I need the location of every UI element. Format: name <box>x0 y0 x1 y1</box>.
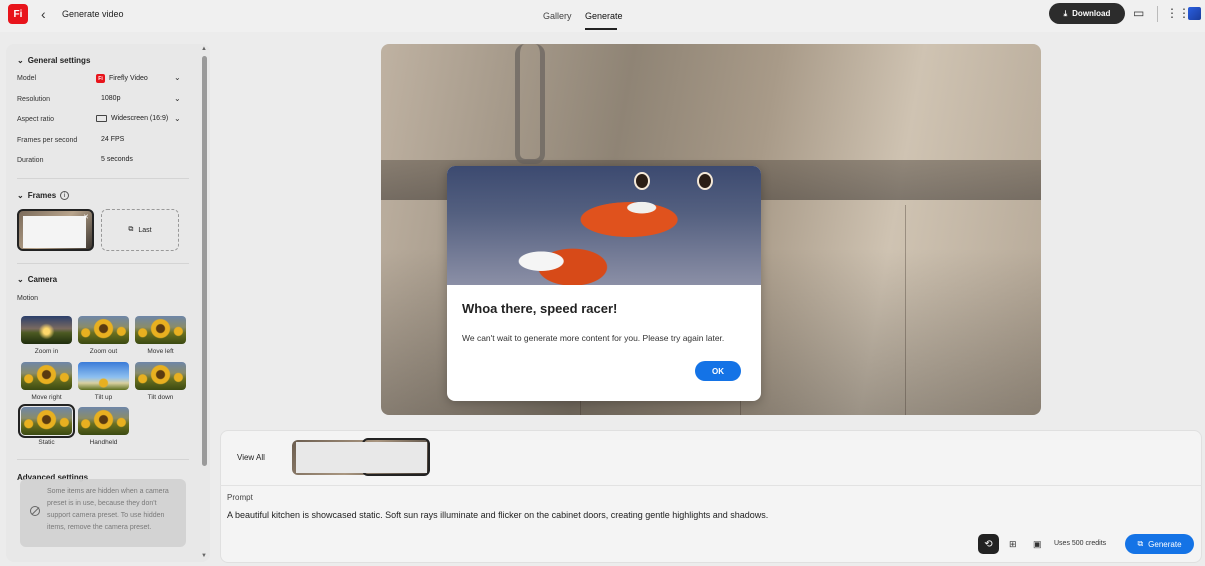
dialog-title: Whoa there, speed racer! <box>462 301 618 316</box>
prompt-label: Prompt <box>227 493 253 502</box>
generate-icon: ⧉ <box>1137 539 1144 548</box>
model-label: Model <box>17 75 37 82</box>
download-icon: ⤓ <box>1063 8 1068 18</box>
motion-label-move-right: Move right <box>31 394 62 401</box>
camera-title: Camera <box>27 275 58 284</box>
motion-label-move-left: Move left <box>147 348 174 355</box>
chevron-down-icon[interactable]: ⌄ <box>174 114 181 123</box>
redacted-area <box>23 216 86 248</box>
general-settings-title: General settings <box>27 56 91 65</box>
aspect-ratio-value: Widescreen (16:9) <box>111 115 169 122</box>
cabinet-line <box>905 205 906 415</box>
aspect-ratio-select[interactable]: Widescreen (16:9) <box>96 115 168 122</box>
dialog-message: We can't wait to generate more content f… <box>462 333 725 343</box>
tab-gallery[interactable]: Gallery <box>543 11 572 21</box>
chevron-down-icon[interactable]: ⌄ <box>174 94 181 103</box>
camera-header[interactable]: ⌄ Camera <box>17 275 57 284</box>
credits-icon: ▣ <box>1033 539 1042 549</box>
motion-zoom-out[interactable] <box>78 316 129 344</box>
duration-label: Duration <box>17 157 44 164</box>
download-button-label: Download <box>1072 9 1111 18</box>
motion-tilt-up[interactable] <box>78 362 129 390</box>
motion-label-zoom-out: Zoom out <box>89 348 118 355</box>
credits-usage: Uses 500 credits <box>1054 540 1107 547</box>
cube-icon[interactable] <box>1188 7 1201 20</box>
faucet-shape <box>515 44 545 164</box>
frames-title: Frames <box>27 191 57 200</box>
redacted-area <box>296 442 427 473</box>
fox-eye <box>634 172 650 190</box>
page-title: Generate video <box>62 9 124 19</box>
download-button[interactable]: ⤓ Download <box>1049 3 1125 24</box>
back-arrow-icon[interactable]: ‹ <box>41 6 46 22</box>
frames-header[interactable]: ⌄ Frames i <box>17 191 70 200</box>
divider <box>17 178 189 179</box>
motion-label-zoom-in: Zoom in <box>34 348 59 355</box>
general-settings-header[interactable]: ⌄ General settings <box>17 56 90 65</box>
motion-label-tilt-down: Tilt down <box>147 394 174 401</box>
model-select[interactable]: Fi Firefly Video <box>96 74 148 83</box>
motion-static[interactable] <box>18 404 75 438</box>
divider <box>17 459 189 460</box>
last-frame-label: Last <box>138 226 152 234</box>
active-tab-indicator <box>585 28 617 30</box>
scrollbar-thumb[interactable] <box>202 56 207 466</box>
blocked-icon <box>30 506 40 516</box>
prompt-settings-icon[interactable]: ⊞ <box>1009 539 1017 550</box>
generate-button-label: Generate <box>1148 539 1182 549</box>
scroll-up-icon[interactable]: ▲ <box>201 46 207 52</box>
close-icon[interactable]: ✕ <box>83 213 89 221</box>
motion-move-right[interactable] <box>21 362 72 390</box>
scroll-down-icon[interactable]: ▼ <box>201 553 207 559</box>
last-frame-slot[interactable]: ⧉ Last <box>101 209 179 251</box>
history-icon[interactable]: ⟲ <box>978 534 999 554</box>
fps-label: Frames per second <box>17 137 78 144</box>
fox-illustration <box>447 166 761 285</box>
chevron-down-icon[interactable]: ⌄ <box>174 73 181 82</box>
chevron-down-icon: ⌄ <box>17 56 24 65</box>
apps-grid-icon[interactable]: ⋮⋮ <box>1166 6 1190 20</box>
info-icon[interactable]: i <box>60 191 70 200</box>
motion-handheld[interactable] <box>78 407 129 435</box>
comment-icon[interactable]: ▭ <box>1133 6 1144 20</box>
chevron-down-icon: ⌄ <box>17 275 24 284</box>
resolution-select[interactable]: 1080p <box>101 95 120 102</box>
chevron-down-icon: ⌄ <box>17 191 24 200</box>
motion-label-tilt-up: Tilt up <box>94 394 113 401</box>
generate-button[interactable]: ⧉ Generate <box>1125 534 1194 554</box>
resolution-label: Resolution <box>17 96 51 103</box>
duration-value: 5 seconds <box>101 156 133 163</box>
resolution-value: 1080p <box>101 95 121 102</box>
add-image-icon: ⧉ <box>128 226 134 233</box>
fox-eye <box>697 172 713 190</box>
toolbar-divider <box>1157 6 1158 22</box>
motion-label: Motion <box>17 295 39 302</box>
fps-value: 24 FPS <box>101 136 125 143</box>
motion-label-static: Static <box>38 439 55 446</box>
ok-button[interactable]: OK <box>695 361 741 381</box>
divider <box>17 263 189 264</box>
view-all-link[interactable]: View All <box>237 453 265 462</box>
motion-move-left[interactable] <box>135 316 186 344</box>
divider <box>220 485 1202 486</box>
widescreen-icon <box>96 115 107 122</box>
firefly-model-icon: Fi <box>96 74 105 83</box>
tooltip-text: Some items are hidden when a camera pres… <box>47 488 169 531</box>
tab-generate[interactable]: Generate <box>585 11 623 21</box>
motion-label-handheld: Handheld <box>89 439 118 446</box>
prompt-input[interactable]: A beautiful kitchen is showcased static.… <box>227 510 768 520</box>
model-value: Firefly Video <box>109 75 148 82</box>
aspect-ratio-label: Aspect ratio <box>17 116 54 123</box>
firefly-logo[interactable]: Fi <box>8 4 28 24</box>
motion-zoom-in[interactable] <box>21 316 72 344</box>
motion-tilt-down[interactable] <box>135 362 186 390</box>
